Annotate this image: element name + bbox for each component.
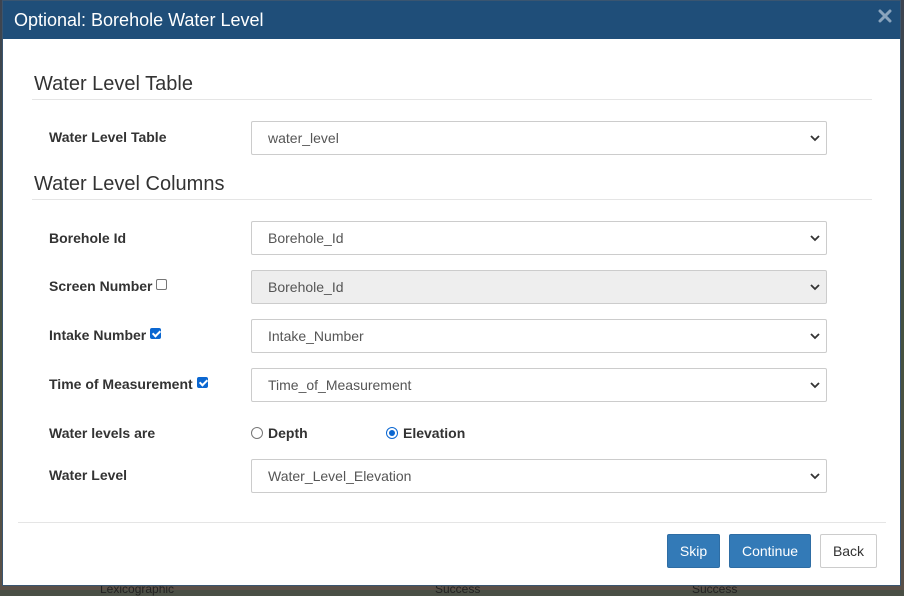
select-value: Borehole_Id	[268, 230, 344, 246]
water-level-table-select[interactable]: water_level	[251, 121, 827, 155]
select-value: Borehole_Id	[268, 279, 344, 295]
section-title-water-level-columns: Water Level Columns	[34, 173, 225, 195]
chevron-down-icon	[810, 235, 820, 242]
radio-button[interactable]	[251, 427, 263, 439]
chevron-down-icon	[810, 333, 820, 340]
intake-number-checkbox[interactable]	[150, 327, 162, 339]
time-of-measurement-select[interactable]: Time_of_Measurement	[251, 368, 827, 402]
screen-number-select: Borehole_Id	[251, 270, 827, 304]
select-value: water_level	[268, 130, 339, 146]
radio-label: Elevation	[403, 425, 466, 441]
dialog-header: Optional: Borehole Water Level	[3, 1, 900, 39]
skip-button[interactable]: Skip	[667, 534, 720, 568]
footer-divider	[18, 522, 886, 523]
back-button[interactable]: Back	[820, 534, 877, 568]
close-icon[interactable]	[878, 9, 892, 23]
section-divider	[32, 199, 872, 200]
time-of-measurement-checkbox[interactable]	[196, 376, 208, 388]
radio-label: Depth	[268, 425, 308, 441]
chevron-down-icon	[810, 473, 820, 480]
select-value: Time_of_Measurement	[268, 377, 412, 393]
section-title-water-level-table: Water Level Table	[34, 73, 193, 95]
radio-button[interactable]	[386, 427, 398, 439]
label-text: Water Level Table	[49, 129, 167, 145]
radio-depth[interactable]: Depth	[251, 425, 308, 441]
radio-elevation[interactable]: Elevation	[386, 425, 465, 441]
water-levels-are-label: Water levels are	[49, 425, 155, 441]
label-text: Intake Number	[49, 327, 147, 343]
water-level-table-label: Water Level Table	[49, 129, 166, 145]
borehole-id-label: Borehole Id	[49, 230, 126, 246]
chevron-down-icon	[810, 284, 820, 291]
select-value: Intake_Number	[268, 328, 364, 344]
borehole-id-select[interactable]: Borehole_Id	[251, 221, 827, 255]
continue-button[interactable]: Continue	[729, 534, 811, 568]
label-text: Time of Measurement	[49, 376, 193, 392]
water-level-select[interactable]: Water_Level_Elevation	[251, 459, 827, 493]
label-text: Water Level	[49, 467, 128, 483]
section-divider	[32, 99, 872, 100]
screen-number-label: Screen Number	[49, 278, 168, 294]
intake-number-select[interactable]: Intake_Number	[251, 319, 827, 353]
time-of-measurement-label: Time of Measurement	[49, 376, 208, 392]
label-text: Screen Number	[49, 278, 153, 294]
water-level-label: Water Level	[49, 467, 127, 483]
screen-number-checkbox[interactable]	[156, 278, 168, 290]
chevron-down-icon	[810, 382, 820, 389]
borehole-water-level-dialog: Optional: Borehole Water Level Water Lev…	[2, 0, 901, 586]
chevron-down-icon	[810, 135, 820, 142]
select-value: Water_Level_Elevation	[268, 468, 412, 484]
label-text: Water levels are	[49, 425, 156, 441]
dialog-title: Optional: Borehole Water Level	[14, 10, 264, 30]
intake-number-label: Intake Number	[49, 327, 162, 343]
label-text: Borehole Id	[49, 230, 127, 246]
